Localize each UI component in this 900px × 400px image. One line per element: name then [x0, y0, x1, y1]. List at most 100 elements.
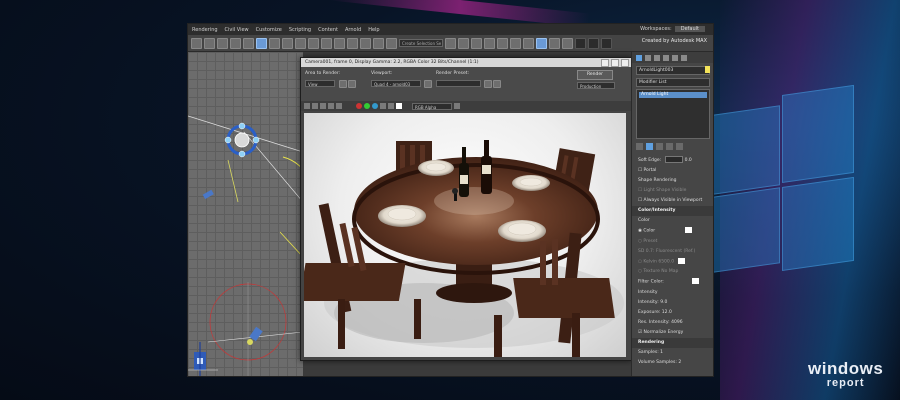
- curve-editor-icon[interactable]: [497, 37, 508, 49]
- texture-map-button[interactable]: No Map: [661, 269, 678, 274]
- spinner-snap-icon[interactable]: [386, 37, 397, 49]
- render-window-titlebar[interactable]: Camera001, frame 0, Display Gamma: 2.2, …: [301, 58, 631, 67]
- hierarchy-tab-icon[interactable]: [654, 54, 660, 61]
- render-iterative-icon[interactable]: [575, 37, 586, 49]
- kelvin-radio[interactable]: ○: [638, 259, 642, 264]
- always-visible-checkbox[interactable]: ☐: [638, 198, 642, 203]
- material-editor-icon[interactable]: [523, 37, 534, 49]
- preset-value[interactable]: SD 0.7: Fluorescent (Ref.): [638, 249, 695, 254]
- blue-channel-icon[interactable]: [372, 103, 378, 109]
- menu-item-content[interactable]: Content: [318, 27, 338, 33]
- texture-radio[interactable]: ○: [638, 269, 642, 274]
- menu-item-customize[interactable]: Customize: [256, 27, 282, 33]
- link-icon[interactable]: [217, 37, 228, 49]
- select-by-name-icon[interactable]: [269, 37, 280, 49]
- render-setup-icon[interactable]: [536, 37, 547, 49]
- color-radio[interactable]: ◉: [638, 229, 642, 234]
- color-swatch[interactable]: [685, 227, 693, 233]
- configure-sets-icon[interactable]: [676, 143, 683, 150]
- move-icon[interactable]: [308, 37, 319, 49]
- channel-dropdown[interactable]: RGB Alpha: [412, 102, 452, 110]
- scene-viewport[interactable]: [188, 52, 303, 376]
- clone-frame-icon[interactable]: [320, 103, 326, 109]
- mirror-icon[interactable]: [445, 37, 456, 49]
- scene-explorer-icon[interactable]: [484, 37, 495, 49]
- utilities-tab-icon[interactable]: [681, 54, 687, 61]
- render-production-icon[interactable]: [562, 37, 573, 49]
- rect-select-icon[interactable]: [282, 37, 293, 49]
- portal-checkbox[interactable]: ☐: [638, 168, 642, 173]
- activeshade-icon[interactable]: [588, 37, 599, 49]
- production-dropdown[interactable]: Production: [577, 82, 615, 89]
- menu-item-rendering[interactable]: Rendering: [192, 27, 218, 33]
- create-tab-icon[interactable]: [636, 54, 642, 61]
- motion-tab-icon[interactable]: [663, 54, 669, 61]
- modifier-list-dropdown[interactable]: Modifier List: [636, 78, 710, 87]
- show-end-result-icon[interactable]: [646, 143, 653, 150]
- region-icon[interactable]: [339, 80, 347, 88]
- close-icon[interactable]: [621, 59, 629, 67]
- select-object-icon[interactable]: [256, 37, 267, 49]
- rotate-icon[interactable]: [321, 37, 332, 49]
- workspace-dropdown[interactable]: Default: [674, 26, 705, 32]
- selection-set-field[interactable]: Create Selection Se: [399, 39, 443, 47]
- snap-3d-icon[interactable]: [347, 37, 358, 49]
- viewport-dropdown[interactable]: Quad 4 - arnold03: [371, 80, 421, 87]
- swatch-icon[interactable]: [396, 103, 402, 109]
- rendering-header[interactable]: Rendering: [638, 340, 664, 345]
- print-icon[interactable]: [328, 103, 334, 109]
- bind-icon[interactable]: [243, 37, 254, 49]
- color-intensity-header[interactable]: Color/Intensity: [638, 208, 675, 213]
- save-image-icon[interactable]: [304, 103, 310, 109]
- render-button[interactable]: Render: [577, 70, 613, 80]
- redo-icon[interactable]: [204, 37, 215, 49]
- menu-item-civil-view[interactable]: Civil View: [225, 27, 249, 33]
- object-name-field[interactable]: ArnoldLight003: [636, 66, 710, 75]
- exposure-value[interactable]: 12.0: [662, 310, 672, 315]
- unlink-icon[interactable]: [230, 37, 241, 49]
- undo-icon[interactable]: [191, 37, 202, 49]
- menu-item-scripting[interactable]: Scripting: [289, 27, 311, 33]
- normalize-checkbox[interactable]: ☑: [638, 330, 642, 335]
- filter-color-swatch[interactable]: [691, 278, 699, 284]
- menu-item-help[interactable]: Help: [368, 27, 379, 33]
- clear-icon[interactable]: [336, 103, 342, 109]
- window-crossing-icon[interactable]: [295, 37, 306, 49]
- channel-display-icon[interactable]: [454, 103, 460, 109]
- intensity-value[interactable]: 9.0: [660, 300, 667, 305]
- maximize-icon[interactable]: [611, 59, 619, 67]
- percent-snap-icon[interactable]: [373, 37, 384, 49]
- kelvin-swatch[interactable]: [678, 257, 686, 264]
- area-to-render-dropdown[interactable]: View: [305, 80, 335, 87]
- render-cloud-icon[interactable]: [601, 37, 612, 49]
- mono-icon[interactable]: [388, 103, 394, 109]
- copy-image-icon[interactable]: [312, 103, 318, 109]
- red-channel-icon[interactable]: [356, 103, 362, 109]
- volume-samples-value[interactable]: 2: [678, 360, 681, 365]
- green-channel-icon[interactable]: [364, 103, 370, 109]
- modifier-stack-item[interactable]: Arnold Light: [639, 92, 707, 98]
- render-setup-icon-small[interactable]: [484, 80, 492, 88]
- menu-item-arnold[interactable]: Arnold: [345, 27, 361, 33]
- preset-radio[interactable]: ○: [638, 239, 642, 244]
- soft-edge-spinner[interactable]: [665, 156, 684, 163]
- modify-tab-icon[interactable]: [645, 54, 651, 61]
- light-shape-visible-checkbox[interactable]: ☐: [638, 188, 642, 193]
- kelvin-value[interactable]: 6500.0: [658, 259, 674, 264]
- render-preset-dropdown[interactable]: [436, 80, 481, 87]
- make-unique-icon[interactable]: [656, 143, 663, 150]
- lock-icon[interactable]: [348, 80, 356, 88]
- lock-viewport-icon[interactable]: [424, 80, 432, 88]
- minimize-icon[interactable]: [601, 59, 609, 67]
- align-icon[interactable]: [458, 37, 469, 49]
- layer-explorer-icon[interactable]: [471, 37, 482, 49]
- remove-modifier-icon[interactable]: [666, 143, 673, 150]
- pin-stack-icon[interactable]: [636, 143, 643, 150]
- environment-icon[interactable]: [493, 80, 501, 88]
- scale-icon[interactable]: [334, 37, 345, 49]
- rendered-frame-icon[interactable]: [549, 37, 560, 49]
- angle-snap-icon[interactable]: [360, 37, 371, 49]
- samples-value[interactable]: 1: [660, 350, 663, 355]
- alpha-channel-icon[interactable]: [380, 103, 386, 109]
- schematic-view-icon[interactable]: [510, 37, 521, 49]
